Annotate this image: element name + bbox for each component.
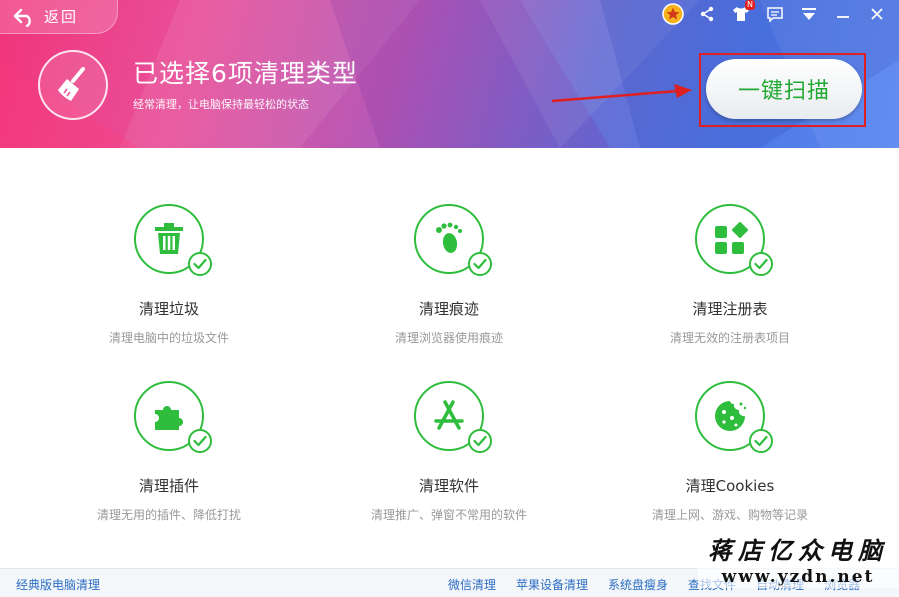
checked-badge (188, 429, 212, 453)
checkmark-icon (473, 258, 487, 270)
card-description: 清理电脑中的垃圾文件 (108, 331, 229, 345)
broom-logo (38, 50, 108, 120)
share-icon (700, 6, 714, 22)
card-description: 清理浏览器使用痕迹 (394, 331, 503, 345)
card-clean-cookies[interactable]: 清理Cookies 清理上网、游戏、购物等记录 (610, 381, 850, 523)
card-icon-circle (695, 204, 773, 276)
message-icon (767, 6, 783, 22)
checkmark-icon (754, 258, 768, 270)
card-title: 清理软件 (418, 477, 479, 495)
close-button[interactable] (865, 2, 889, 26)
card-title: 清理注册表 (692, 300, 768, 318)
card-icon-circle (414, 381, 492, 453)
app-store-icon (434, 400, 464, 430)
card-description: 清理无效的注册表项目 (669, 331, 790, 345)
broom-icon (58, 67, 85, 101)
footer-link-apple-device-clean[interactable]: 苹果设备清理 (516, 576, 588, 593)
card-clean-traces[interactable]: 清理痕迹 清理浏览器使用痕迹 (329, 204, 569, 346)
footer-link-system-disk-slim[interactable]: 系统盘瘦身 (608, 576, 668, 593)
checkmark-icon (473, 435, 487, 447)
back-arrow-icon (13, 8, 31, 27)
dropdown-menu-icon (802, 8, 816, 20)
back-label: 返回 (44, 8, 79, 26)
close-icon (871, 8, 883, 20)
card-title: 清理垃圾 (138, 300, 199, 318)
card-title: 清理Cookies (685, 477, 775, 495)
menu-button[interactable] (797, 2, 821, 26)
card-clean-plugins[interactable]: 清理插件 清理无用的插件、降低打扰 (49, 381, 289, 523)
checked-badge (749, 252, 773, 276)
card-icon-circle (695, 381, 773, 453)
card-icon-circle (134, 381, 212, 453)
minimize-icon (837, 16, 849, 18)
red-arrow-annotation (551, 84, 692, 103)
back-button[interactable]: 返回 (0, 0, 118, 34)
minimize-button[interactable] (831, 2, 855, 26)
card-description: 清理上网、游戏、购物等记录 (651, 508, 808, 522)
trash-icon (155, 223, 183, 254)
card-icon-circle (134, 204, 212, 276)
page-subtitle: 经常清理，让电脑保持最轻松的状态 (133, 98, 309, 111)
card-clean-junk[interactable]: 清理垃圾 清理电脑中的垃圾文件 (49, 204, 289, 346)
footer-link-wechat-clean[interactable]: 微信清理 (448, 576, 496, 593)
medal-button[interactable] (661, 2, 685, 26)
header-banner: 返回 已选择6项清理类型 经常清理，让电脑保持最轻松的状态 一键扫描 N (0, 0, 899, 148)
watermark-line1: 蒋店亿众电脑 (708, 536, 888, 565)
site-watermark: 蒋店亿众电脑 www.yzdn.net (698, 536, 898, 592)
feedback-button[interactable] (763, 2, 787, 26)
one-click-scan-button[interactable]: 一键扫描 (706, 59, 862, 119)
checkmark-icon (193, 258, 207, 270)
new-badge: N (745, 0, 755, 10)
page-title: 已选择6项清理类型 (133, 59, 358, 88)
watermark-line2: www.yzdn.net (698, 566, 898, 588)
card-title: 清理插件 (138, 477, 199, 495)
card-title: 清理痕迹 (418, 300, 479, 318)
card-icon-circle (414, 204, 492, 276)
card-clean-registry[interactable]: 清理注册表 清理无效的注册表项目 (610, 204, 850, 346)
puzzle-icon (155, 406, 183, 430)
cookie-icon (715, 401, 747, 431)
cleanup-types-grid: 清理垃圾 清理电脑中的垃圾文件 清理痕迹 清理浏览器使用痕迹 清理注册表 清理无… (0, 148, 899, 568)
checked-badge (188, 252, 212, 276)
classic-cleanup-link[interactable]: 经典版电脑清理 (16, 576, 100, 593)
card-description: 清理推广、弹窗不常用的软件 (370, 508, 527, 522)
skin-button[interactable]: N (729, 0, 755, 26)
checked-badge (468, 252, 492, 276)
checked-badge (468, 429, 492, 453)
card-clean-software[interactable]: 清理软件 清理推广、弹窗不常用的软件 (329, 381, 569, 523)
registry-icon (715, 221, 748, 254)
medal-icon (662, 3, 684, 25)
card-description: 清理无用的插件、降低打扰 (96, 508, 241, 522)
checkmark-icon (193, 435, 207, 447)
footprint-icon (436, 222, 462, 253)
share-button[interactable] (695, 2, 719, 26)
window-controls: N (661, 0, 889, 26)
checkmark-icon (754, 435, 768, 447)
checked-badge (749, 429, 773, 453)
